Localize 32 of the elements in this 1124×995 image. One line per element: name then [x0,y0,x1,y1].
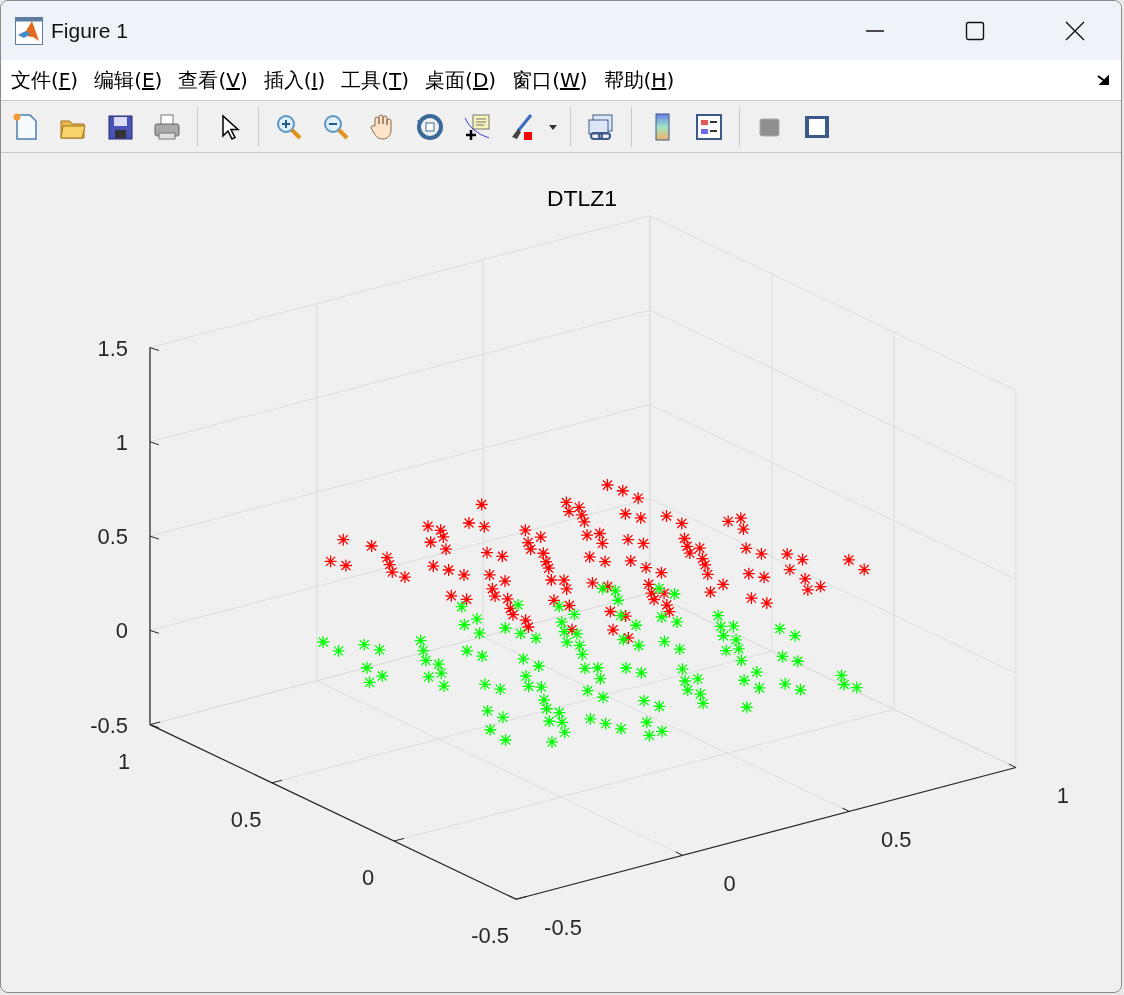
menu-item[interactable]: 插入(I) [263,66,326,94]
tick-label: -0.5 [90,712,129,738]
tick-label: 0.5 [230,806,262,832]
legend-icon[interactable] [694,111,724,142]
tick-label: 0 [723,871,736,897]
window-title: Figure 1 [51,18,130,43]
rotate-icon[interactable] [415,111,445,142]
tick-label: 0 [362,864,375,890]
dock-arrow-icon[interactable] [1097,74,1111,86]
tick-label: -0.5 [544,915,582,941]
tick-label: 1 [117,748,131,774]
plot-title: DTLZ1 [546,184,617,211]
tick-label: 1 [1056,783,1069,809]
menu-item[interactable]: 工具(T) [341,66,410,94]
data-cursor-icon[interactable] [462,111,492,142]
menu-item[interactable]: 窗口(W) [512,66,588,94]
app-logo-icon [15,16,43,45]
print-icon[interactable] [152,111,182,142]
linked-windows-icon[interactable] [586,111,616,142]
menu-item[interactable]: 桌面(D) [425,66,497,94]
tick-label: 1 [115,429,129,455]
tick-label: 0.5 [880,827,912,853]
tick-label: 0 [115,618,129,644]
menu-item[interactable]: 帮助(H) [603,66,675,94]
menu-item[interactable]: 文件(F) [11,66,79,94]
tick-label: -0.5 [471,923,510,949]
menu-item[interactable]: 编辑(E) [94,66,163,94]
menu-item[interactable]: 查看(V) [178,66,248,94]
close-icon[interactable] [1065,20,1085,41]
maximize-icon[interactable] [965,20,985,41]
tick-label: 0.5 [97,524,129,550]
tick-label: 1.5 [97,335,129,361]
